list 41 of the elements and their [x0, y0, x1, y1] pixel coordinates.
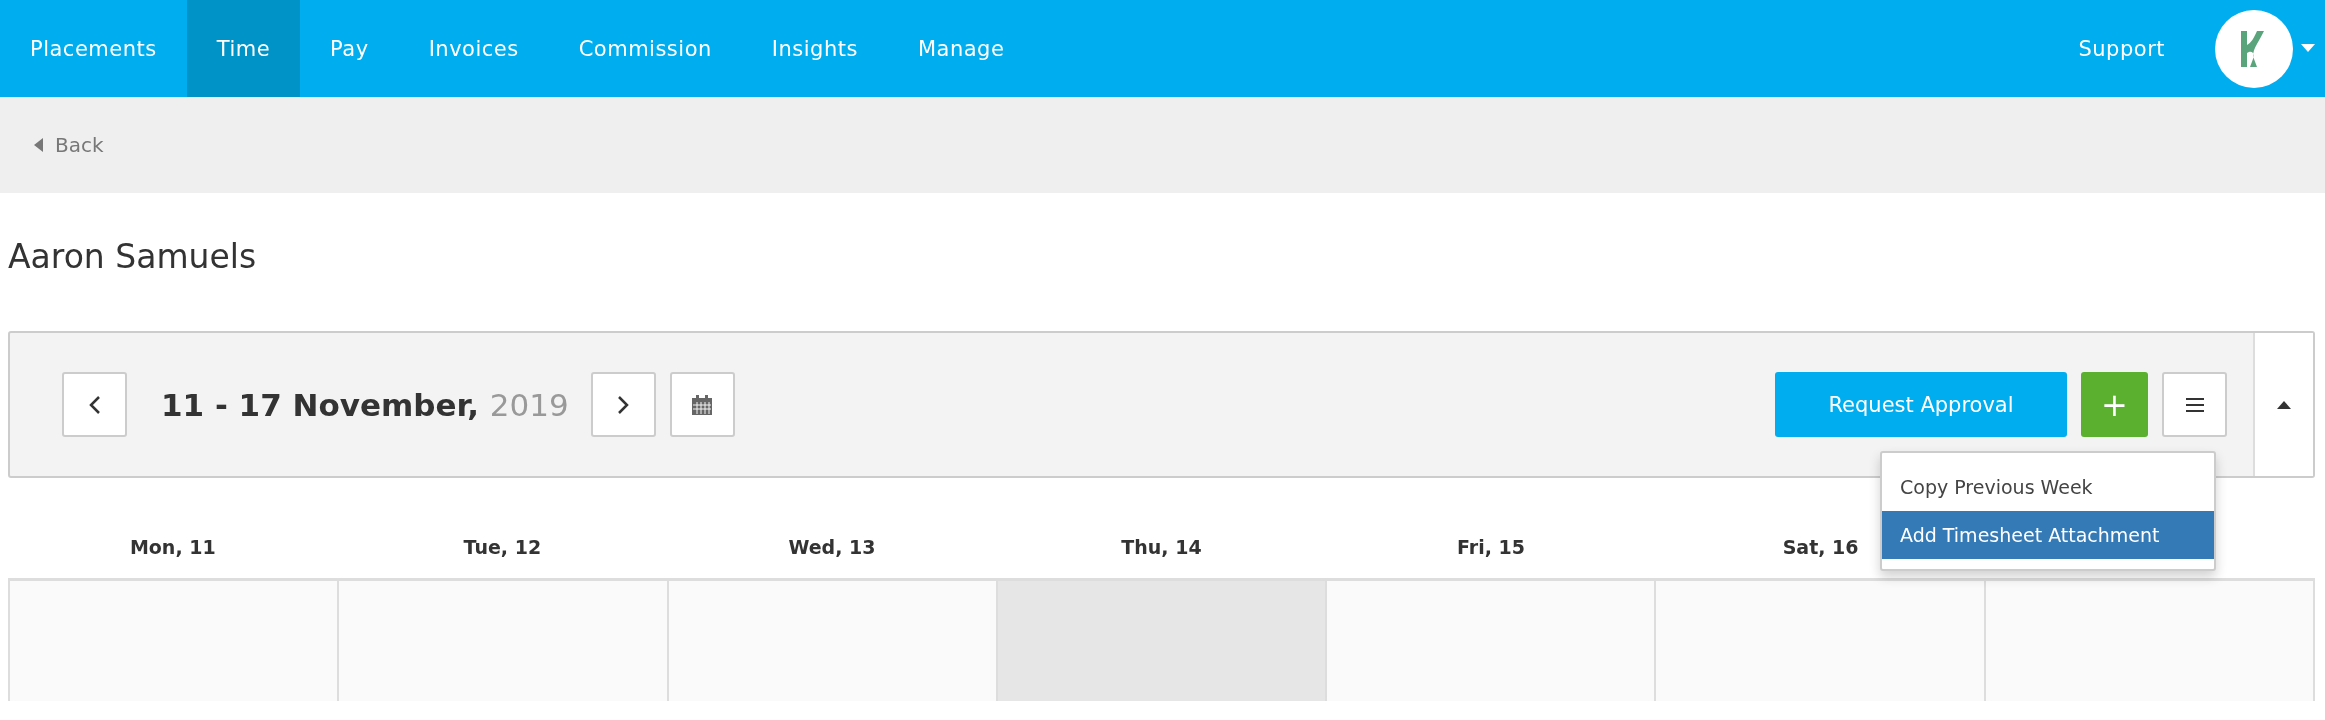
back-link[interactable]: Back [34, 133, 104, 157]
nav-tab[interactable]: Commission [548, 0, 742, 97]
page-title: Aaron Samuels [8, 237, 258, 278]
calendar-icon [691, 393, 714, 416]
caret-up-icon [2277, 400, 2291, 409]
chevron-right-icon [617, 394, 630, 415]
day-cell[interactable] [668, 581, 998, 701]
day-header: Thu, 14 [1121, 536, 1202, 558]
request-approval-button[interactable]: Request Approval [1775, 372, 2067, 437]
nav-tab[interactable]: Time [186, 0, 301, 97]
day-header: Tue, 12 [463, 536, 542, 558]
calendar-button[interactable] [669, 372, 735, 437]
day-cell[interactable] [339, 581, 669, 701]
day-header: Fri, 15 [1457, 536, 1525, 558]
caret-icon[interactable] [2301, 44, 2315, 53]
day-cell[interactable] [1985, 581, 2315, 701]
day-cell[interactable] [997, 581, 1328, 701]
day-cell[interactable] [1327, 581, 1657, 701]
back-label: Back [55, 133, 104, 157]
day-header: Wed, 13 [788, 536, 876, 558]
support-link[interactable]: Support [2048, 0, 2195, 97]
nav-tab[interactable]: Invoices [398, 0, 549, 97]
day-cell[interactable] [1656, 581, 1986, 701]
menu-item[interactable]: Add Timesheet Attachment [1882, 511, 2214, 559]
collapse-button[interactable] [2253, 333, 2313, 476]
add-button[interactable]: + [2081, 372, 2148, 437]
next-week-button[interactable] [590, 372, 656, 437]
nav-tab[interactable]: Placements [0, 0, 187, 97]
day-header: Sat, 16 [1782, 536, 1859, 558]
menu-button[interactable] [2162, 372, 2227, 437]
nav-tab[interactable]: Manage [887, 0, 1035, 97]
nav-tab[interactable]: Pay [300, 0, 399, 97]
previous-week-button[interactable] [62, 372, 127, 437]
caret-left-icon [34, 138, 43, 152]
menu-icon [2184, 397, 2205, 412]
menu-item[interactable]: Copy Previous Week [1882, 463, 2214, 511]
week-range: 11 - 17 November, 2019 [161, 386, 569, 423]
day-cell[interactable] [10, 581, 340, 701]
nav-tab[interactable]: Insights [741, 0, 888, 97]
chevron-left-icon [88, 394, 101, 415]
day-header: Mon, 11 [129, 536, 216, 558]
